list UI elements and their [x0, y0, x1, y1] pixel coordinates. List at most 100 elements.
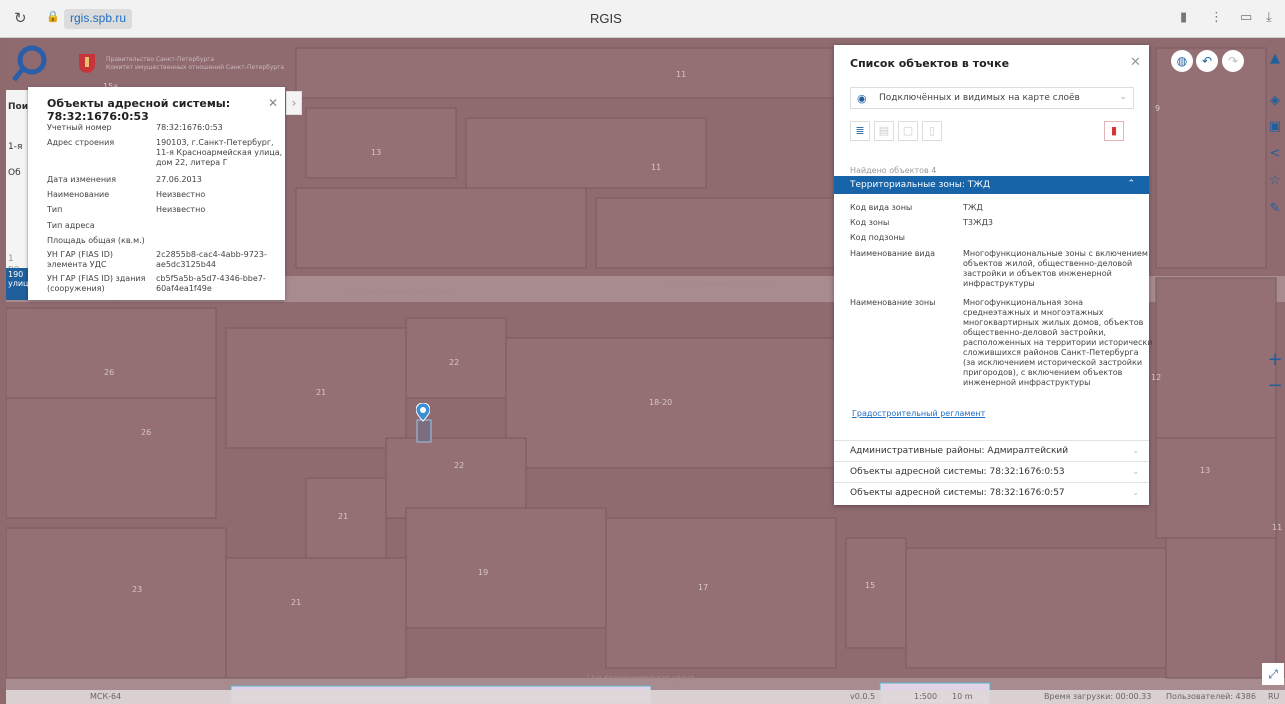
zone-value: Многофункциональная зона среднеэтажных и… — [963, 298, 1153, 387]
selected-result[interactable]: 190 улиц — [6, 268, 29, 300]
popup-value: 2c2855b8-cac4-4abb-9723-ae5dc3125b44 — [156, 250, 267, 269]
section-title: Объекты адресной системы: 78:32:1676:0:5… — [850, 488, 1065, 498]
zone-key: Наименование вида — [850, 249, 936, 258]
zone-key: Код зоны — [850, 218, 890, 227]
zoom-out-icon[interactable]: − — [1265, 376, 1285, 398]
pdf-icon[interactable]: ▮ — [1104, 121, 1124, 141]
layers-select[interactable]: ◉ Подключённых и видимых на карте слоёв … — [850, 87, 1134, 109]
chevron-down-icon: ⌄ — [1132, 488, 1139, 497]
zone-key: Код вида зоны — [850, 203, 913, 212]
chevron-right-icon[interactable]: › — [286, 91, 302, 115]
building-number: 13 — [1200, 466, 1211, 475]
bookmark-icon[interactable]: ▮ — [1180, 10, 1187, 25]
objects-in-point-panel: Список объектов в точке ✕ ◉ Подключённых… — [834, 45, 1152, 505]
chevron-down-icon: ⌄ — [1132, 446, 1139, 455]
load-time: Время загрузки: 00:00.33 — [1044, 692, 1152, 701]
status-bar: МСК-64 v0.0.5 1:500 10 m Время загрузки:… — [6, 690, 1285, 704]
close-icon[interactable]: ✕ — [1130, 55, 1141, 70]
browser-toolbar: ↻ 🔒 rgis.spb.ru RGIS ▮ ⋮ ▭ ⤓ — [0, 0, 1285, 38]
building-number: 21 — [316, 388, 327, 397]
building-number: 19 — [478, 568, 489, 577]
scale-bar: 10 m — [952, 692, 973, 701]
chevron-up-icon: ⌃ — [1127, 179, 1135, 189]
popup-value: 78:32:1676:0:53 — [156, 123, 223, 132]
section-title: Территориальные зоны: ТЖД — [850, 180, 990, 190]
gov-header: Правительство Санкт-Петербурга Комитет и… — [106, 56, 284, 72]
street-label: 11-я Красноармейская улица — [586, 674, 695, 682]
section-title: Административные районы: Адмиралтейский — [850, 446, 1069, 456]
rgis-logo[interactable] — [10, 42, 54, 82]
building-number: 13 — [371, 148, 382, 157]
building-number: 15 — [865, 581, 876, 590]
building-number: 26 — [104, 368, 115, 377]
building-number: 11 — [676, 70, 687, 79]
popup-key: Дата изменения — [47, 175, 117, 184]
popup-value: cb5f5a5b-a5d7-4346-bbe7-60af4ea1f49e — [156, 274, 266, 293]
globe-icon[interactable]: ◍ — [1171, 50, 1193, 72]
building-number: 9 — [1155, 104, 1161, 113]
section-address-objects[interactable]: Объекты адресной системы: 78:32:1676:0:5… — [834, 461, 1149, 482]
building-number: 21 — [291, 598, 302, 607]
reader-icon[interactable]: ▭ — [1240, 10, 1252, 25]
zone-value: Т3ЖД3 — [963, 218, 993, 227]
popup-key: Тип — [47, 205, 63, 214]
left-panel-text[interactable]: Об — [8, 168, 21, 178]
redo-icon[interactable]: ↷ — [1222, 50, 1244, 72]
popup-key: УН ГАР (FIAS ID) элемента УДС — [47, 250, 113, 269]
popup-value: 190103, г.Санкт-Петербург, 11-я Красноар… — [156, 138, 283, 167]
panel-title: Список объектов в точке — [850, 57, 1010, 70]
building-number: 11 — [651, 163, 662, 172]
found-count: Найдено объектов 4 — [850, 166, 937, 175]
menu-icon[interactable]: ⋮ — [1210, 10, 1223, 25]
fullscreen-icon[interactable]: ⤢ — [1262, 663, 1284, 685]
map-pin-icon[interactable] — [416, 403, 430, 443]
language-select[interactable]: RU — [1268, 692, 1279, 701]
zone-key: Код подзоны — [850, 233, 905, 242]
street-label: 11-я Красноармейская улица — [666, 280, 775, 288]
user-icon[interactable]: ▲ — [1266, 50, 1284, 68]
print-icon[interactable]: ▣ — [1266, 118, 1284, 136]
download-icon[interactable]: ⤓ — [1266, 10, 1272, 25]
crs-select[interactable]: МСК-64 — [90, 692, 121, 701]
popup-key: УН ГАР (FIAS ID) здания (сооружения) — [47, 274, 146, 293]
popup-title: Объекты адресной системы: 78:32:1676:0:5… — [47, 97, 231, 123]
popup-key: Тип адреса — [47, 221, 95, 230]
undo-icon[interactable]: ↶ — [1196, 50, 1218, 72]
left-panel-text: Пои — [8, 102, 29, 112]
popup-value: Неизвестно — [156, 205, 206, 214]
zone-value: Многофункциональные зоны с включением об… — [963, 249, 1148, 288]
close-icon[interactable]: ✕ — [268, 96, 278, 110]
building-number: 18-20 — [649, 398, 673, 407]
crest-icon — [79, 54, 95, 73]
section-admin-districts[interactable]: Административные районы: Адмиралтейский … — [834, 440, 1149, 461]
gov-line: Комитет имущественных отношений Санкт-Пе… — [106, 64, 285, 71]
page-title: RGIS — [590, 11, 622, 26]
share-icon[interactable]: < — [1266, 145, 1284, 163]
popup-value: Неизвестно — [156, 190, 206, 199]
building-number: 26 — [141, 428, 152, 437]
building-number: 11 — [1272, 523, 1283, 532]
table-view-icon[interactable]: ▤ — [874, 121, 894, 141]
building-number: 21 — [338, 512, 349, 521]
section-address-objects[interactable]: Объекты адресной системы: 78:32:1676:0:5… — [834, 482, 1149, 503]
address-bar[interactable]: rgis.spb.ru — [64, 9, 133, 29]
export-icon[interactable]: ▢ — [898, 121, 918, 141]
section-header-zones[interactable]: Территориальные зоны: ТЖД ⌃ — [834, 176, 1149, 194]
zone-key: Наименование зоны — [850, 298, 936, 307]
chevron-down-icon: ⌄ — [1132, 467, 1139, 476]
list-view-icon[interactable]: ≣ — [850, 121, 870, 141]
bookmark-icon[interactable]: ☆ — [1266, 172, 1284, 190]
document-icon[interactable]: ▯ — [922, 121, 942, 141]
building-number: 17 — [698, 583, 709, 592]
section-title: Объекты адресной системы: 78:32:1676:0:5… — [850, 467, 1065, 477]
reload-icon[interactable]: ↻ — [14, 9, 27, 27]
left-search-panel: Пои 1-я Об 1 ре 190 улиц — [6, 90, 29, 300]
pencil-icon[interactable]: ✎ — [1266, 200, 1284, 218]
zoom-in-icon[interactable]: + — [1265, 350, 1285, 372]
scale-label[interactable]: 1:500 — [914, 692, 937, 701]
popup-key: Наименование — [47, 190, 110, 199]
regulations-link[interactable]: Градостроительный регламент — [852, 409, 985, 418]
left-panel-text[interactable]: 1-я — [8, 142, 22, 152]
layers-icon[interactable]: ◈ — [1266, 92, 1284, 110]
street-label: 11-я Красноармейская улица — [345, 288, 454, 296]
